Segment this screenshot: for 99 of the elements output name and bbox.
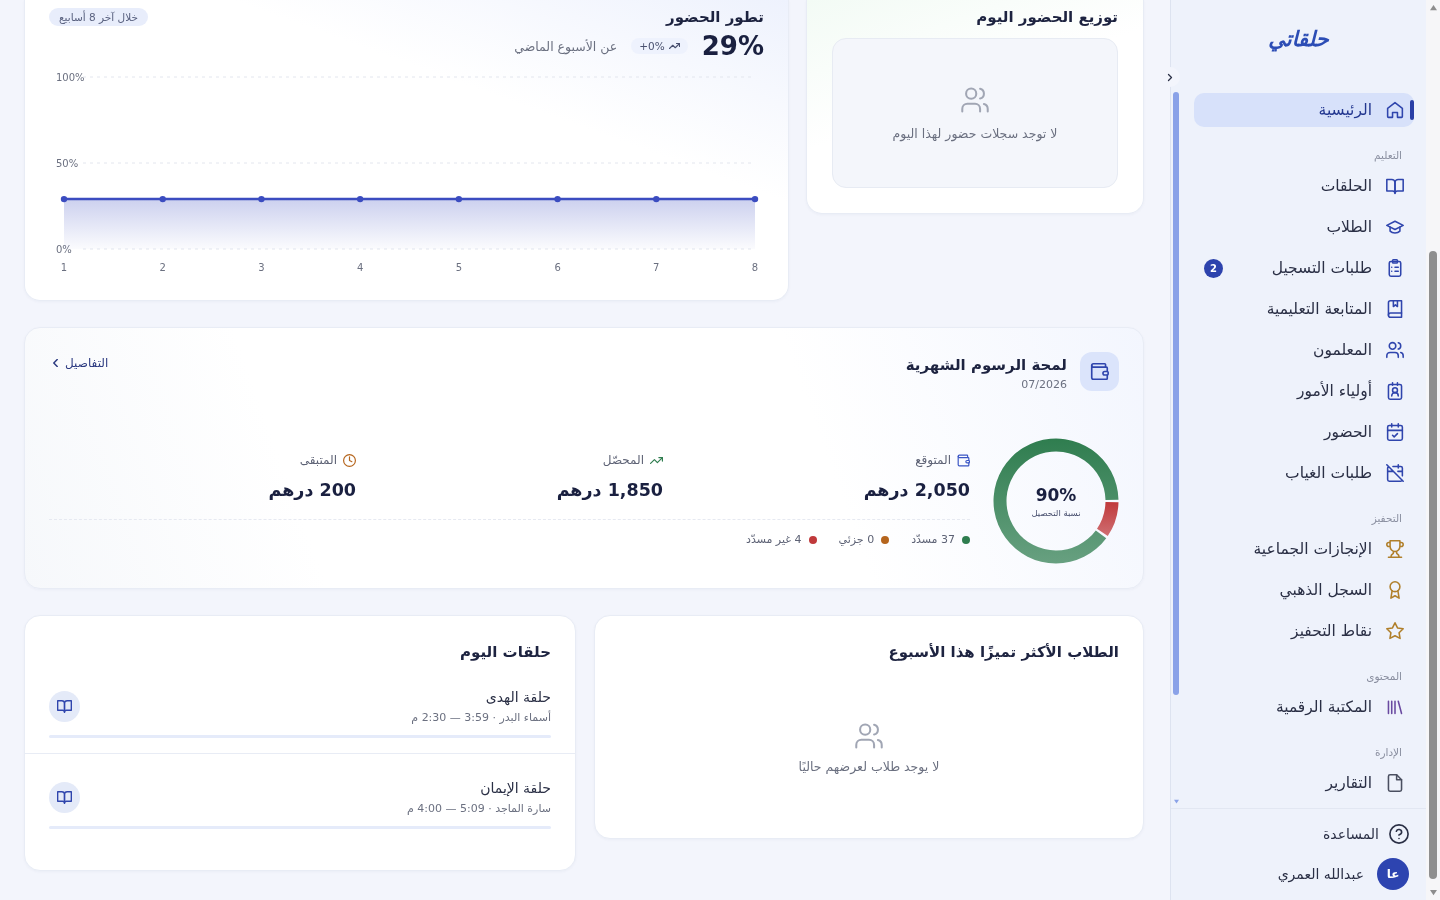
- help-icon: [1389, 824, 1409, 844]
- data-point: [60, 195, 68, 203]
- period-badge: خلال آخر 8 أسابيع: [49, 8, 148, 26]
- sidebar-item[interactable]: المعلمون: [1194, 333, 1414, 367]
- empty-state-text: لا يوجد طلاب لعرضهم حاليًا: [798, 759, 940, 774]
- chevron-left-icon: [53, 359, 58, 367]
- stat-value: 200 درهم: [268, 479, 356, 502]
- axis-label: 3: [258, 262, 265, 273]
- sidebar-item[interactable]: السجل الذهبي: [1194, 573, 1414, 607]
- sidebar-item[interactable]: أولياء الأمور: [1194, 374, 1414, 408]
- axis-label: 2: [159, 262, 166, 273]
- id-card-icon: [1386, 382, 1404, 400]
- trend-up-icon: [668, 43, 680, 49]
- sidebar-item[interactable]: الحضور: [1194, 415, 1414, 449]
- stat-value: 1,850 درهم: [556, 479, 663, 502]
- legend-label: 4 غير مسدّد: [746, 533, 802, 546]
- bookshelf-icon: [1386, 698, 1404, 716]
- axis-label: 50%: [56, 158, 79, 169]
- stat-label: المحصّل: [602, 453, 644, 467]
- axis-label: 100%: [56, 72, 85, 83]
- axis-label: 6: [554, 262, 561, 273]
- document-icon: [1386, 774, 1404, 792]
- help-link[interactable]: المساعدة: [1188, 823, 1409, 845]
- section-heading: المحتوى: [1365, 669, 1403, 683]
- open-book-icon: [49, 782, 80, 813]
- circle-details: أسماء البدر · 3:59 — 2:30 م: [411, 709, 551, 726]
- medal-icon: [1386, 581, 1404, 599]
- percentage-value: 90%: [1035, 484, 1077, 505]
- axis-label: 7: [653, 262, 660, 273]
- star-icon: [1386, 622, 1404, 640]
- sidebar-item[interactable]: طلبات الغياب: [1194, 456, 1414, 490]
- stat-label: المتبقى: [299, 453, 337, 467]
- change-chip: +0%: [631, 38, 688, 54]
- sidebar-item[interactable]: نقاط التحفيز: [1194, 614, 1414, 648]
- sidebar-item[interactable]: الطلاب: [1194, 210, 1414, 244]
- rate-value: 29%: [701, 31, 764, 61]
- data-point: [159, 195, 166, 203]
- sidebar-item[interactable]: المتابعة التعليمية: [1194, 292, 1414, 326]
- card-title: الطلاب الأكثر تميزًا هذا الأسبوع: [887, 642, 1119, 663]
- section-heading: الإدارة: [1373, 745, 1403, 759]
- empty-state-text: لا توجد سجلات حضور لهذا اليوم: [892, 125, 1058, 141]
- wallet-icon: [1080, 352, 1119, 391]
- sidebar-item[interactable]: الحلقات: [1194, 169, 1414, 203]
- data-point: [554, 195, 561, 203]
- chevron-right-icon: [1167, 72, 1173, 82]
- sidebar-item[interactable]: الرئيسية: [1194, 93, 1414, 127]
- circle-name: حلقة الهدى: [484, 688, 551, 707]
- section-heading: التحفيز: [1370, 511, 1403, 525]
- scroll-down-arrow-icon[interactable]: [1428, 889, 1438, 896]
- data-point: [455, 195, 463, 203]
- users-icon: [855, 722, 883, 750]
- bookmarked-book-icon: [1386, 300, 1404, 318]
- axis-label: 5: [455, 262, 463, 273]
- calendar-check-icon: [1386, 423, 1404, 441]
- axis-label: 0%: [56, 244, 72, 255]
- trophy-icon: [1386, 540, 1404, 558]
- crossed-calendar-icon: [1386, 464, 1404, 482]
- count-badge: 2: [1204, 258, 1223, 278]
- home-icon: [1386, 101, 1404, 119]
- open-book-icon: [1386, 177, 1404, 195]
- percentage-caption: نسبة التحصيل: [1031, 507, 1081, 518]
- period-text: 07/2026: [1020, 378, 1067, 391]
- data-point: [258, 195, 265, 203]
- change-caption: عن الأسبوع الماضي: [514, 38, 618, 54]
- graduation-cap-icon: [1386, 218, 1404, 236]
- stat-label: المتوقع: [915, 453, 951, 467]
- clock-icon: [343, 453, 356, 467]
- users-icon: [1386, 341, 1404, 359]
- users-icon: [961, 85, 989, 114]
- legend-label: 0 جزئي: [838, 533, 875, 546]
- stat-value: 2,050 درهم: [863, 479, 970, 502]
- card-title: توزيع الحضور اليوم: [975, 7, 1118, 28]
- wallet-icon: [957, 453, 970, 467]
- card-title: لمحة الرسوم الشهرية: [905, 355, 1067, 376]
- axis-label: 1: [60, 262, 68, 273]
- details-link[interactable]: التفاصيل: [49, 356, 109, 370]
- logo[interactable]: حلقاتي: [1268, 27, 1329, 51]
- user-name: عبدالله العمري: [1277, 866, 1364, 882]
- sidebar-item[interactable]: المكتبة الرقمية: [1194, 690, 1414, 724]
- scrollbar-thumb[interactable]: [1173, 92, 1179, 695]
- circle-name: حلقة الإيمان: [479, 779, 551, 798]
- clipboard-icon: [1386, 259, 1404, 277]
- section-heading: التعليم: [1373, 148, 1403, 162]
- circle-details: سارة الماجد · 5:09 — 4:00 م: [406, 801, 551, 817]
- legend-label: 37 مسدّد: [911, 533, 955, 546]
- sidebar-item[interactable]: الإنجازات الجماعية: [1194, 532, 1414, 566]
- scroll-down-arrow-icon[interactable]: [1173, 799, 1180, 804]
- axis-label: 8: [751, 262, 759, 273]
- data-point: [751, 195, 759, 203]
- scroll-up-arrow-icon[interactable]: [1428, 4, 1438, 11]
- data-point: [356, 195, 364, 203]
- card-title: تطور الحضور: [666, 7, 764, 28]
- axis-label: 4: [356, 262, 364, 273]
- data-point: [653, 195, 660, 203]
- card-title: حلقات اليوم: [459, 642, 552, 663]
- open-book-icon: [49, 691, 80, 722]
- scrollbar-thumb[interactable]: [1429, 251, 1437, 879]
- sidebar-item[interactable]: التقارير: [1194, 766, 1414, 800]
- user-avatar[interactable]: عا: [1377, 858, 1409, 890]
